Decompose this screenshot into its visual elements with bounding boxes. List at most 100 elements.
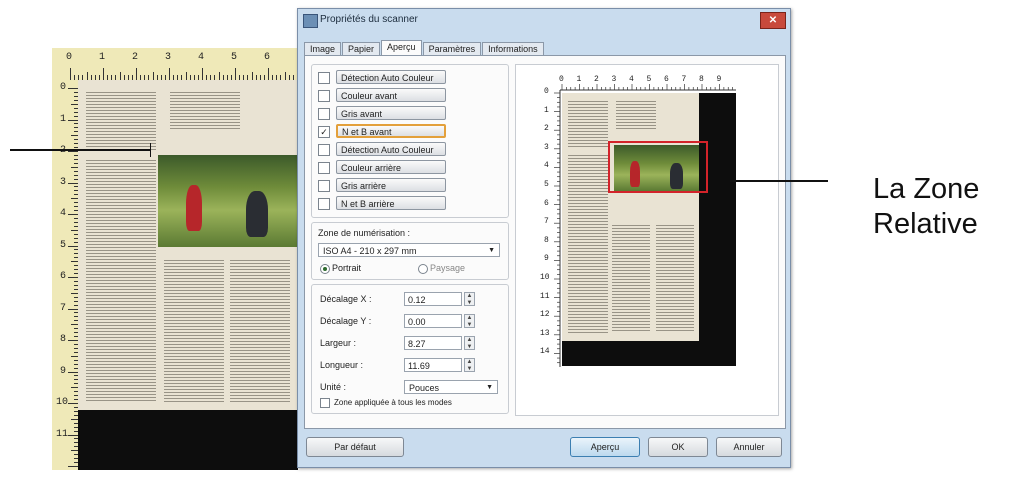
preview-page xyxy=(562,93,699,341)
ruler-tick xyxy=(68,308,78,310)
ruler-tick xyxy=(136,68,137,80)
ruler-tick xyxy=(152,72,154,80)
default-button[interactable]: Par défaut xyxy=(306,437,404,457)
annotation-line-1: La Zone xyxy=(873,173,980,205)
option-checkbox-checked[interactable]: ✓ xyxy=(318,126,330,138)
option-checkbox[interactable] xyxy=(318,108,330,120)
ruler-tick xyxy=(68,340,78,341)
text-column xyxy=(568,99,608,149)
scan-zone-label: Zone de numérisation : xyxy=(318,228,411,238)
cancel-button[interactable]: Annuler xyxy=(716,437,782,457)
portrait-radio[interactable] xyxy=(320,264,330,274)
offset-x-stepper[interactable]: ▲ ▼ xyxy=(464,292,475,306)
offset-y-field[interactable]: 0.00 xyxy=(404,314,462,328)
ruler-tick xyxy=(68,371,78,373)
scan-zone-group: Zone de numérisation : ISO A4 - 210 x 29… xyxy=(311,222,509,280)
ruler-number: 1 xyxy=(544,105,549,115)
ruler-number: 4 xyxy=(544,161,549,171)
ruler-tick xyxy=(86,72,88,80)
ruler-number: 2 xyxy=(132,52,139,63)
dialog-title: Propriétés du scanner xyxy=(320,14,418,25)
option-checkbox[interactable] xyxy=(318,144,330,156)
ruler-number: 3 xyxy=(544,142,549,152)
ruler-number: 8 xyxy=(699,75,704,84)
option-button[interactable]: Couleur arrière xyxy=(336,160,446,174)
relative-zone-frame[interactable] xyxy=(608,141,708,193)
ruler-number: 9 xyxy=(60,365,67,377)
landscape-label: Paysage xyxy=(430,263,466,273)
background-photo xyxy=(158,155,298,247)
scan-zone-select[interactable]: ISO A4 - 210 x 297 mm ▼ xyxy=(318,243,500,257)
landscape-radio[interactable] xyxy=(418,264,428,274)
background-black-area xyxy=(78,410,298,470)
text-column xyxy=(612,223,650,333)
ruler-tick xyxy=(119,72,121,80)
text-column xyxy=(656,223,694,333)
ruler-tick xyxy=(71,198,78,200)
ruler-number: 9 xyxy=(544,254,549,264)
ruler-number: 1 xyxy=(576,75,582,84)
close-button[interactable]: ✕ xyxy=(760,12,786,29)
option-button-selected[interactable]: N et B avant xyxy=(336,124,446,138)
scanner-properties-dialog: Propriétés du scanner ✕ Image Papier Aperç… xyxy=(297,8,791,468)
ruler-number: 6 xyxy=(60,271,67,282)
offset-x-field[interactable]: 0.12 xyxy=(404,292,462,306)
ruler-tick xyxy=(70,68,71,80)
preview-area[interactable]: 0123456789 0 1 2 3 4 5 6 7 8 9 10 11 12 13 14 xyxy=(515,64,779,416)
ruler-number: 11 xyxy=(540,291,550,301)
ruler-tick xyxy=(71,418,78,420)
option-checkbox[interactable] xyxy=(318,198,330,210)
option-checkbox[interactable] xyxy=(318,90,330,102)
option-checkbox[interactable] xyxy=(318,162,330,174)
ruler-number: 6 xyxy=(664,75,669,84)
length-stepper[interactable]: ▲ ▼ xyxy=(464,358,475,372)
portrait-label: Portrait xyxy=(332,263,362,273)
offset-y-stepper[interactable]: ▲ ▼ xyxy=(464,314,475,328)
ruler-number: 6 xyxy=(544,198,549,208)
ruler-number: 0 xyxy=(559,75,564,84)
image-mode-group: Détection Auto Couleur Recto Couleur ava… xyxy=(311,64,509,218)
annotation-label: La Zone Relative xyxy=(873,172,979,242)
ruler-number: 2 xyxy=(594,75,599,84)
option-button[interactable]: Détection Auto Couleur Recto xyxy=(336,70,446,97)
width-stepper[interactable]: ▲ ▼ xyxy=(464,336,475,350)
spin-up-icon: ▲ xyxy=(466,293,473,299)
crosshair-marker xyxy=(150,143,151,157)
ruler-number: 13 xyxy=(540,328,550,338)
ruler-number: 3 xyxy=(611,75,617,84)
ruler-number: 0 xyxy=(544,87,549,96)
option-button[interactable]: Gris arrière xyxy=(336,178,446,192)
ruler-tick xyxy=(235,68,236,80)
preview-black-area xyxy=(699,93,736,366)
option-button[interactable]: Gris avant xyxy=(336,106,446,120)
ok-button[interactable]: OK xyxy=(648,437,708,457)
option-button[interactable]: Couleur avant xyxy=(336,88,446,102)
ruler-number: 12 xyxy=(540,310,550,320)
ruler-tick xyxy=(103,68,104,80)
unit-select[interactable]: Pouces ▼ xyxy=(404,380,498,394)
length-field[interactable]: 11.69 xyxy=(404,358,462,372)
tab-bar: Image Papier Aperçu Paramètres Informations xyxy=(304,37,545,59)
option-checkbox[interactable] xyxy=(318,180,330,192)
spin-down-icon: ▼ xyxy=(466,344,473,350)
option-button[interactable]: Détection Auto Couleur Verso xyxy=(336,142,446,169)
apply-all-label: Zone appliquée à tous les modes xyxy=(334,398,452,407)
text-column xyxy=(568,153,608,333)
ruler-number: 8 xyxy=(544,235,549,245)
ruler-tick xyxy=(284,72,286,80)
ruler-tick xyxy=(202,68,203,80)
scan-zone-value: ISO A4 - 210 x 297 mm xyxy=(323,246,417,256)
option-checkbox[interactable] xyxy=(318,72,330,84)
apply-all-checkbox[interactable] xyxy=(320,398,330,408)
ruler-number: 14 xyxy=(540,347,550,357)
preview-button[interactable]: Aperçu xyxy=(570,437,640,457)
unit-label: Unité : xyxy=(320,382,347,392)
ruler-number: 5 xyxy=(646,75,652,84)
ruler-number: 7 xyxy=(544,217,549,227)
ruler-tick xyxy=(68,466,78,467)
width-field[interactable]: 8.27 xyxy=(404,336,462,350)
ruler-tick xyxy=(218,72,220,80)
option-button[interactable]: N et B arrière xyxy=(336,196,446,210)
ruler-number: 5 xyxy=(231,52,238,63)
ruler-tick xyxy=(185,72,187,80)
